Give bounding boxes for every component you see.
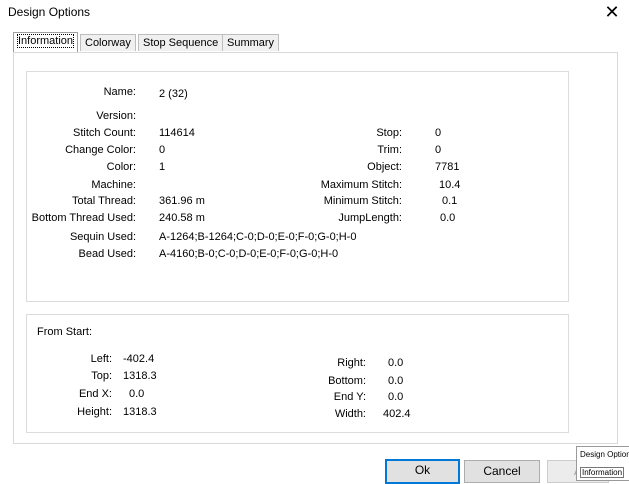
tab-colorway[interactable]: Colorway [80,34,136,51]
left-label: Left: [90,353,112,365]
name-label: Name: [103,86,136,98]
top-value: 1318.3 [123,370,157,382]
total-thread-label: Total Thread: [71,195,136,207]
name-value: 2 (32) [159,88,188,100]
change-color-label: Change Color: [65,144,136,156]
end-x-label: End X: [78,388,112,400]
top-label: Top: [91,370,112,382]
ok-button[interactable]: Ok [385,459,460,484]
right-value: 0.0 [388,357,404,369]
color-value: 1 [159,161,166,173]
window-title: Design Options [8,5,91,19]
sequin-label: Sequin Used: [69,231,136,243]
stop-value: 0 [435,127,442,139]
end-x-value: 0.0 [129,388,145,400]
close-icon[interactable]: ✕ [600,1,624,23]
tab-summary[interactable]: Summary [222,34,280,51]
jump-length-value: 0.0 [440,212,456,224]
height-label: Height: [77,406,112,418]
width-value: 402.4 [383,408,411,420]
version-label: Version: [96,110,136,122]
change-color-value: 0 [159,144,166,156]
object-value: 7781 [435,161,460,173]
trim-label: Trim: [377,144,402,156]
bottom-thread-label: Bottom Thread Used: [31,212,136,224]
bead-value: A-4160;B-0;C-0;D-0;E-0;F-0;G-0;H-0 [159,248,339,260]
left-value: -402.4 [123,353,155,365]
right-label: Right: [337,357,366,369]
bottom-thread-value: 240.58 m [159,212,205,224]
height-value: 1318.3 [123,406,157,418]
from-start-heading: From Start: [37,326,93,338]
tab-information[interactable]: Information [13,32,79,52]
tab-stop-sequence[interactable]: Stop Sequence [138,34,224,51]
stitch-count-label: Stitch Count: [73,127,136,139]
min-stitch-label: Minimum Stitch: [323,195,402,207]
stop-label: Stop: [376,127,402,139]
bead-label: Bead Used: [78,248,136,260]
window-thumbnail-preview[interactable]: Design Option Information [576,446,629,481]
thumbnail-tab: Information [580,467,625,478]
min-stitch-value: 0.1 [442,195,458,207]
end-y-label: End Y: [333,391,366,403]
sequin-value: A-1264;B-1264;C-0;D-0;E-0;F-0;G-0;H-0 [159,231,357,243]
thumbnail-title: Design Option [580,450,629,459]
width-label: Width: [334,408,366,420]
stitch-count-value: 114614 [159,127,195,139]
machine-label: Machine: [91,179,136,191]
bottom-label: Bottom: [328,375,366,387]
cancel-button[interactable]: Cancel [464,460,540,483]
total-thread-value: 361.96 m [159,195,205,207]
trim-value: 0 [435,144,442,156]
jump-length-label: JumpLength: [338,212,402,224]
bottom-value: 0.0 [388,375,404,387]
title-bar: Design Options ✕ [0,0,629,26]
end-y-value: 0.0 [388,391,404,403]
object-label: Object: [367,161,402,173]
max-stitch-value: 10.4 [439,179,461,191]
color-label: Color: [106,161,136,173]
max-stitch-label: Maximum Stitch: [320,179,402,191]
